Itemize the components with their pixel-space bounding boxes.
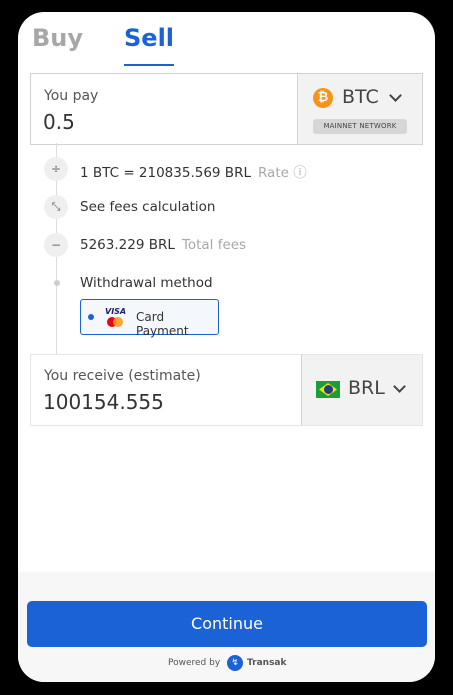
pay-section: You pay 0.5 ₿ BTC MAINNET NETWORK	[30, 73, 423, 145]
payment-option-label: Card Payment	[136, 310, 189, 338]
radio-selected-icon	[88, 314, 94, 320]
widget-card: Buy Sell You pay 0.5 ₿ BTC MAINNET NETWO…	[18, 12, 435, 682]
total-fees-label: Total fees	[181, 237, 247, 253]
fiat-code: BRL	[348, 377, 385, 399]
receive-amount: 100154.555	[43, 390, 164, 414]
pay-label: You pay	[44, 88, 99, 104]
fees-calc-link[interactable]: See fees calculation	[80, 199, 215, 215]
bitcoin-icon: ₿	[313, 88, 333, 108]
minus-icon: −	[44, 233, 68, 257]
crypto-selector[interactable]: ₿ BTC MAINNET NETWORK	[297, 74, 422, 144]
transak-logo-icon: ↯	[227, 655, 243, 671]
fiat-selector[interactable]: BRL	[301, 355, 422, 425]
total-fees-value: 5263.229 BRL	[80, 237, 175, 253]
brazil-flag-icon	[316, 381, 340, 398]
rate-value: 1 BTC = 210835.569 BRL	[80, 165, 251, 181]
brand-name: Transak	[247, 658, 287, 668]
chevron-down-icon	[393, 380, 406, 393]
visa-logo: VISA	[105, 307, 127, 316]
tab-sell[interactable]: Sell	[124, 24, 175, 66]
divide-icon: ÷	[44, 157, 68, 181]
chevron-down-icon	[389, 89, 402, 102]
powered-by-text: Powered by	[168, 658, 221, 668]
network-badge: MAINNET NETWORK	[313, 119, 407, 134]
collapse-arrows-icon: ⤡	[44, 195, 68, 219]
timeline-dot	[54, 280, 60, 286]
withdrawal-method-label: Withdrawal method	[80, 275, 213, 291]
receive-label: You receive (estimate)	[44, 368, 201, 384]
card-payment-option[interactable]: VISA Card Payment	[80, 299, 219, 338]
rate-label[interactable]: Rate ⓘ	[258, 165, 307, 181]
tab-buy[interactable]: Buy	[32, 24, 83, 52]
continue-button[interactable]: Continue	[27, 601, 427, 647]
receive-section: You receive (estimate) 100154.555 BRL	[30, 354, 423, 426]
pay-amount-input[interactable]: 0.5	[43, 110, 75, 134]
crypto-code: BTC	[342, 86, 379, 108]
